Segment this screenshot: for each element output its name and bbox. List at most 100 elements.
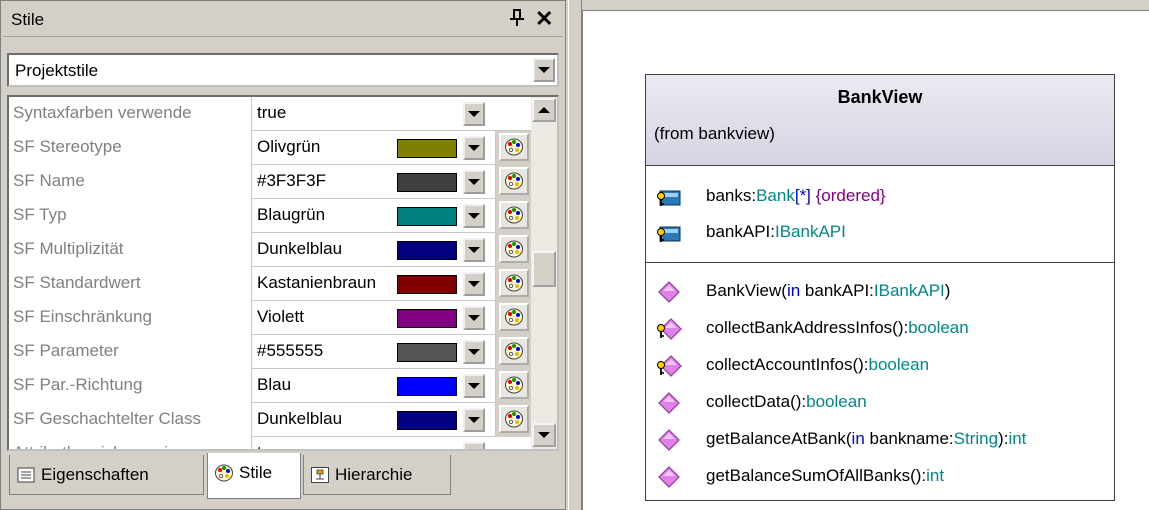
- scroll-thumb[interactable]: [532, 251, 556, 287]
- grid-scrollbar[interactable]: [531, 97, 557, 449]
- tab-eigenschaften[interactable]: Eigenschaften: [9, 455, 204, 495]
- color-palette-icon[interactable]: [499, 303, 529, 331]
- property-row[interactable]: SF Einschränkung Violett: [9, 301, 531, 335]
- color-palette-icon[interactable]: [499, 235, 529, 263]
- signature-part: int: [1008, 429, 1027, 448]
- class-package: (from bankview): [654, 124, 775, 143]
- color-picker-cell: [495, 267, 531, 301]
- operation-row[interactable]: collectData():boolean: [646, 388, 1114, 418]
- operation-row[interactable]: collectAccountInfos():boolean: [646, 351, 1114, 381]
- property-value[interactable]: Dunkelblau: [253, 403, 495, 437]
- property-value[interactable]: Kastanienbraun: [253, 267, 495, 301]
- signature-part: boolean: [908, 318, 969, 337]
- panel-title-bar: Stile ✕: [3, 3, 563, 37]
- operation-row[interactable]: getBalanceSumOfAllBanks():int: [646, 462, 1114, 492]
- panel-splitter[interactable]: [568, 0, 582, 510]
- operation-row[interactable]: collectBankAddressInfos():boolean: [646, 314, 1114, 344]
- color-palette-icon[interactable]: [499, 201, 529, 229]
- signature-part: collectData():: [706, 392, 807, 411]
- palette-icon: [214, 463, 234, 483]
- color-palette-icon[interactable]: [499, 405, 529, 433]
- dropdown-arrow-icon[interactable]: [463, 374, 485, 398]
- color-swatch: [397, 241, 457, 260]
- dropdown-arrow-icon[interactable]: [463, 204, 485, 228]
- public-operation-icon: [656, 391, 682, 415]
- property-row[interactable]: SF Multiplizität Dunkelblau: [9, 233, 531, 267]
- property-grid: Syntaxfarben verwende true SF Stereotype Ol…: [7, 95, 559, 451]
- hierarchy-icon: [310, 465, 330, 485]
- scroll-up-button[interactable]: [532, 98, 556, 122]
- tab-hierarchie[interactable]: Hierarchie: [303, 455, 451, 495]
- property-name: SF Multiplizität: [9, 233, 252, 267]
- color-swatch: [397, 275, 457, 294]
- dropdown-arrow-icon[interactable]: [463, 170, 485, 194]
- color-palette-icon[interactable]: [499, 269, 529, 297]
- signature-part: collectBankAddressInfos():: [706, 318, 909, 337]
- property-name: Attributbereich anzeigen: [9, 437, 252, 449]
- property-row[interactable]: SF Name #3F3F3F: [9, 165, 531, 199]
- color-palette-icon[interactable]: [499, 133, 529, 161]
- pin-icon[interactable]: [509, 9, 525, 32]
- property-value[interactable]: Dunkelblau: [253, 233, 495, 267]
- class-element[interactable]: BankView (from bankview) banks:Bank[*] {…: [645, 74, 1115, 501]
- property-row[interactable]: SF Par.-Richtung Blau: [9, 369, 531, 403]
- attribute-row[interactable]: banks:Bank[*] {ordered}: [646, 182, 1114, 212]
- signature-part: getBalanceAtBank(: [706, 429, 852, 448]
- property-row[interactable]: SF Standardwert Kastanienbraun: [9, 267, 531, 301]
- member-signature: BankView(in bankAPI:IBankAPI): [706, 281, 950, 301]
- signature-part: ): [944, 281, 951, 300]
- dropdown-arrow-icon[interactable]: [463, 272, 485, 296]
- attribute-compartment: banks:Bank[*] {ordered} bankAPI:IBankAPI: [646, 166, 1114, 263]
- property-row[interactable]: SF Geschachtelter Class Dunkelblau: [9, 403, 531, 437]
- property-value[interactable]: Violett: [253, 301, 495, 335]
- dropdown-arrow-icon[interactable]: [463, 102, 485, 126]
- dropdown-arrow-icon[interactable]: [463, 442, 485, 449]
- public-operation-icon: [656, 280, 682, 304]
- property-value[interactable]: Blaugrün: [253, 199, 495, 233]
- style-scope-dropdown[interactable]: Projektstile: [7, 53, 559, 87]
- property-value[interactable]: #3F3F3F: [253, 165, 495, 199]
- property-row[interactable]: Attributbereich anzeigentrue: [9, 437, 531, 449]
- close-icon[interactable]: ✕: [535, 6, 553, 32]
- dropdown-arrow-icon[interactable]: [463, 136, 485, 160]
- property-name: SF Geschachtelter Class: [9, 403, 252, 437]
- color-palette-icon[interactable]: [499, 337, 529, 365]
- protected-attribute-icon: [656, 221, 682, 245]
- property-value[interactable]: #555555: [253, 335, 495, 369]
- property-row[interactable]: SF Typ Blaugrün: [9, 199, 531, 233]
- property-row[interactable]: SF Parameter #555555: [9, 335, 531, 369]
- color-picker-cell: [495, 403, 531, 437]
- signature-part: [*]: [794, 186, 811, 205]
- dropdown-arrow-icon[interactable]: [463, 408, 485, 432]
- property-value[interactable]: true: [253, 97, 495, 131]
- signature-part: IBankAPI: [873, 281, 945, 300]
- dropdown-arrow-icon[interactable]: [463, 306, 485, 330]
- property-value[interactable]: true: [253, 437, 495, 449]
- diagram-canvas[interactable]: BankView (from bankview) banks:Bank[*] {…: [582, 10, 1149, 510]
- color-picker-cell: [495, 301, 531, 335]
- attribute-row[interactable]: bankAPI:IBankAPI: [646, 218, 1114, 248]
- tab-stile[interactable]: Stile: [207, 453, 301, 499]
- operation-row[interactable]: BankView(in bankAPI:IBankAPI): [646, 277, 1114, 307]
- color-palette-icon[interactable]: [499, 371, 529, 399]
- color-picker-cell: [495, 335, 531, 369]
- dropdown-arrow-icon[interactable]: [533, 58, 555, 82]
- signature-part: IBankAPI: [775, 222, 846, 241]
- property-row[interactable]: SF Stereotype Olivgrün: [9, 131, 531, 165]
- operation-row[interactable]: getBalanceAtBank(in bankname:String):int: [646, 425, 1114, 455]
- color-palette-icon[interactable]: [499, 167, 529, 195]
- property-name: SF Typ: [9, 199, 252, 233]
- property-row[interactable]: Syntaxfarben verwende true: [9, 97, 531, 131]
- property-value[interactable]: Olivgrün: [253, 131, 495, 165]
- property-name: SF Einschränkung: [9, 301, 252, 335]
- dropdown-arrow-icon[interactable]: [463, 340, 485, 364]
- signature-part: getBalanceSumOfAllBanks():: [706, 466, 927, 485]
- style-scope-value: Projektstile: [15, 61, 99, 80]
- property-value[interactable]: Blau: [253, 369, 495, 403]
- member-signature: getBalanceAtBank(in bankname:String):int: [706, 429, 1026, 449]
- color-picker-cell: [495, 199, 531, 233]
- scroll-down-button[interactable]: [532, 423, 556, 447]
- dropdown-arrow-icon[interactable]: [463, 238, 485, 262]
- panel-tabs: Eigenschaften Stile Hierarchie: [7, 453, 559, 503]
- tab-label: Hierarchie: [335, 465, 413, 484]
